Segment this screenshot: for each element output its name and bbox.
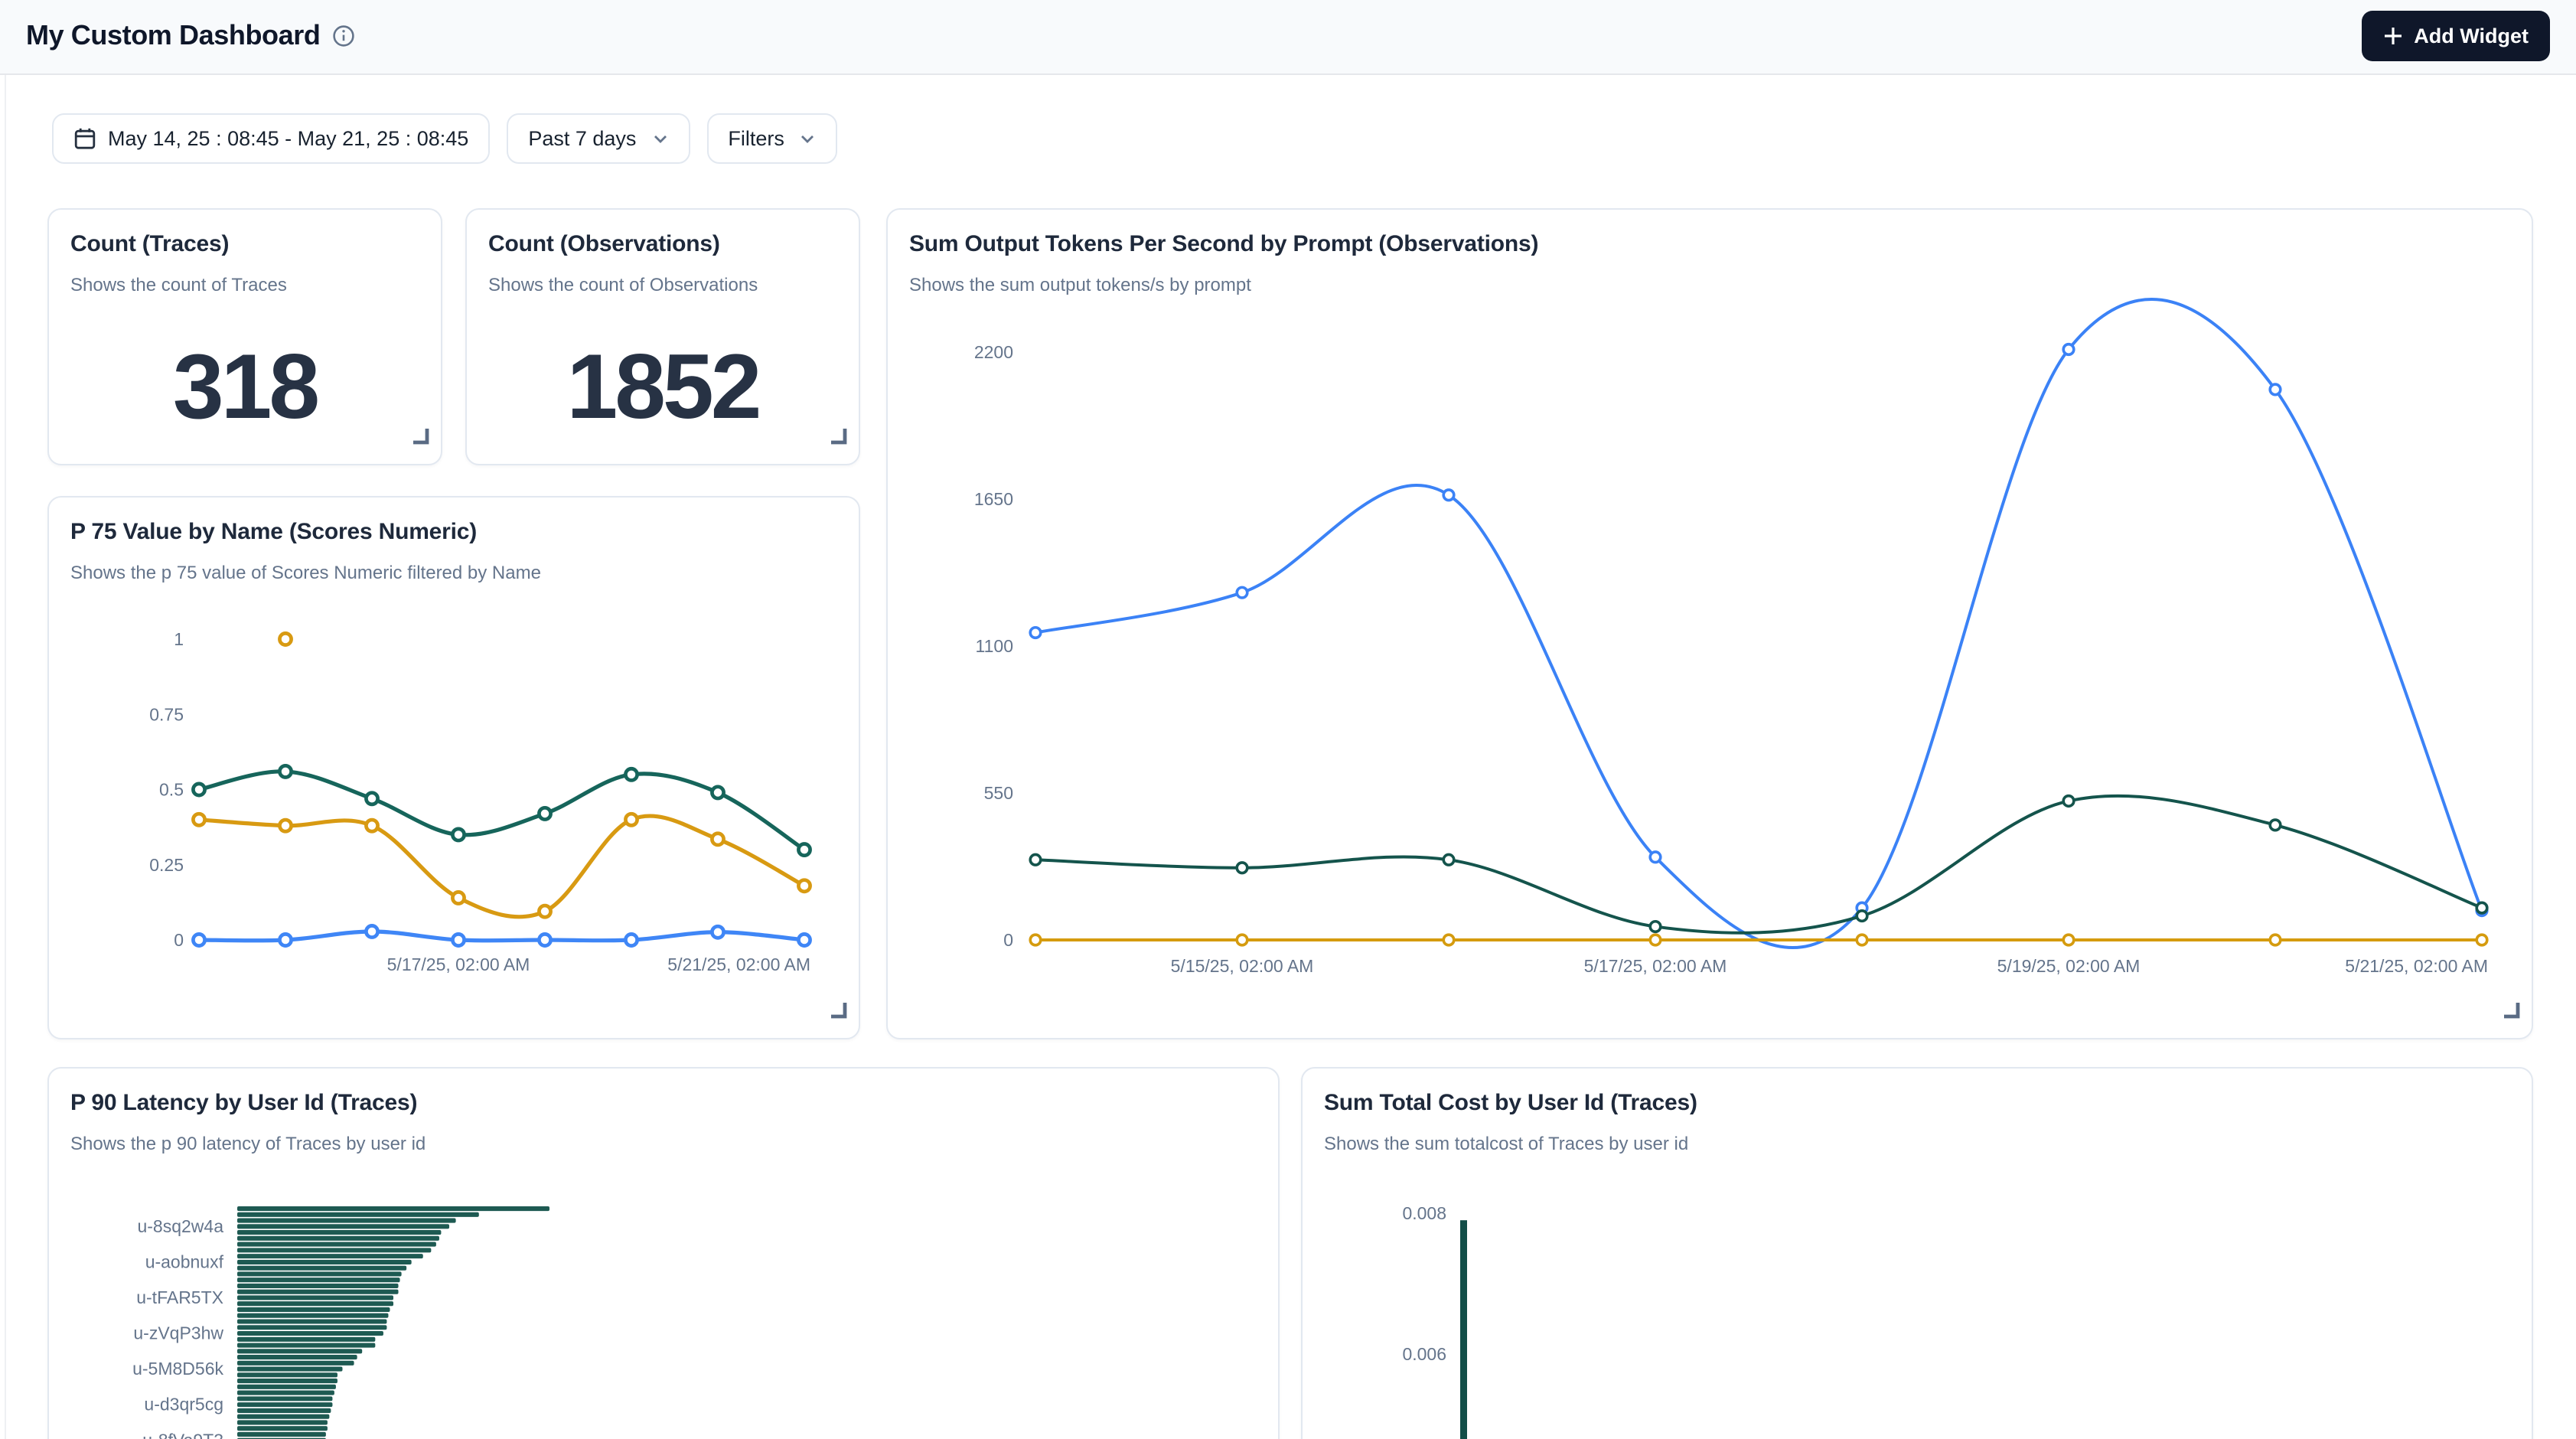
svg-text:5/17/25, 02:00 AM: 5/17/25, 02:00 AM: [387, 954, 530, 974]
range-preset-label: Past 7 days: [528, 126, 636, 149]
dashboard-page: My Custom Dashboard Add Widget: [0, 0, 2576, 1439]
page-title: My Custom Dashboard: [26, 21, 320, 53]
widget-count-observations: Count (Observations) Shows the count of …: [465, 208, 860, 465]
chevron-down-icon: [651, 129, 668, 146]
svg-text:1: 1: [174, 629, 184, 649]
filters-label: Filters: [728, 126, 784, 149]
widget-p90-latency: P 90 Latency by User Id (Traces) Shows t…: [47, 1067, 1280, 1439]
count-traces-value: 318: [49, 341, 441, 433]
chevron-down-icon: [800, 129, 817, 146]
plus-icon: [2383, 27, 2403, 47]
svg-text:u-5M8D56k: u-5M8D56k: [132, 1359, 223, 1379]
svg-text:u-zVqP3hw: u-zVqP3hw: [133, 1323, 223, 1343]
count-observations-value: 1852: [467, 341, 859, 433]
tokens-per-second-line-chart[interactable]: 0 550 1100 1650 2200 5/15/25, 02:00 AM 5/17/25…: [888, 210, 2535, 1041]
widget-total-cost: Sum Total Cost by User Id (Traces) Shows…: [1301, 1067, 2533, 1439]
p75-scores-line-chart[interactable]: 0 0.25 0.5 0.75 1 5/17/25, 02:00 AM 5/21/25, 0…: [49, 498, 862, 1041]
add-widget-label: Add Widget: [2414, 25, 2529, 48]
content-left-edge: [5, 74, 6, 1439]
p90-latency-bar-chart[interactable]: u-8sq2w4a u-aobnuxf u-tFAR5TX u-zVqP3hw u-5M…: [49, 1069, 1281, 1439]
widget-subtitle: Shows the count of Observations: [488, 274, 758, 295]
svg-text:u-aobnuxf: u-aobnuxf: [145, 1251, 224, 1271]
svg-text:0: 0: [174, 930, 184, 950]
resize-handle-icon[interactable]: [828, 426, 848, 453]
widget-title: Count (Observations): [488, 231, 720, 257]
add-widget-button[interactable]: Add Widget: [2362, 11, 2550, 62]
date-range-picker[interactable]: May 14, 25 : 08:45 - May 21, 25 : 08:45: [51, 113, 490, 163]
resize-handle-icon[interactable]: [2501, 1000, 2521, 1027]
svg-text:1100: 1100: [976, 636, 1013, 656]
svg-text:0.75: 0.75: [149, 704, 184, 724]
resize-handle-icon[interactable]: [410, 426, 430, 453]
total-cost-bar-chart[interactable]: 0.008 0.006: [1303, 1069, 2535, 1439]
widget-count-traces: Count (Traces) Shows the count of Traces…: [47, 208, 442, 465]
widget-subtitle: Shows the count of Traces: [70, 274, 287, 295]
svg-text:0: 0: [1003, 930, 1013, 950]
svg-text:u-d3qr5cg: u-d3qr5cg: [144, 1395, 223, 1415]
range-preset-dropdown[interactable]: Past 7 days: [507, 113, 690, 163]
date-range-label: May 14, 25 : 08:45 - May 21, 25 : 08:45: [108, 126, 468, 149]
widget-tokens-per-second: Sum Output Tokens Per Second by Prompt (…: [886, 208, 2533, 1039]
svg-text:5/19/25, 02:00 AM: 5/19/25, 02:00 AM: [1997, 956, 2141, 976]
filters-dropdown[interactable]: Filters: [706, 113, 838, 163]
resize-handle-icon[interactable]: [828, 1000, 848, 1027]
svg-text:u-8fVa9T3: u-8fVa9T3: [142, 1430, 223, 1439]
filter-toolbar: May 14, 25 : 08:45 - May 21, 25 : 08:45 …: [51, 113, 838, 163]
svg-text:2200: 2200: [974, 342, 1013, 362]
svg-text:u-8sq2w4a: u-8sq2w4a: [137, 1216, 223, 1236]
svg-text:0.006: 0.006: [1402, 1344, 1446, 1364]
svg-text:5/17/25, 02:00 AM: 5/17/25, 02:00 AM: [1584, 956, 1727, 976]
page-header: My Custom Dashboard Add Widget: [0, 0, 2576, 74]
widget-p75-scores: P 75 Value by Name (Scores Numeric) Show…: [47, 496, 860, 1039]
svg-text:5/15/25, 02:00 AM: 5/15/25, 02:00 AM: [1171, 956, 1314, 976]
svg-text:5/21/25, 02:00 AM: 5/21/25, 02:00 AM: [2345, 956, 2488, 976]
widget-title: Count (Traces): [70, 231, 229, 257]
calendar-icon: [73, 126, 96, 149]
svg-text:0.008: 0.008: [1402, 1203, 1446, 1223]
svg-text:1650: 1650: [974, 489, 1013, 509]
svg-text:5/21/25, 02:00 AM: 5/21/25, 02:00 AM: [667, 954, 810, 974]
svg-text:0.5: 0.5: [159, 780, 184, 800]
svg-text:u-tFAR5TX: u-tFAR5TX: [136, 1287, 223, 1307]
svg-text:0.25: 0.25: [149, 855, 184, 875]
info-icon[interactable]: [332, 25, 355, 48]
svg-text:550: 550: [984, 783, 1013, 803]
